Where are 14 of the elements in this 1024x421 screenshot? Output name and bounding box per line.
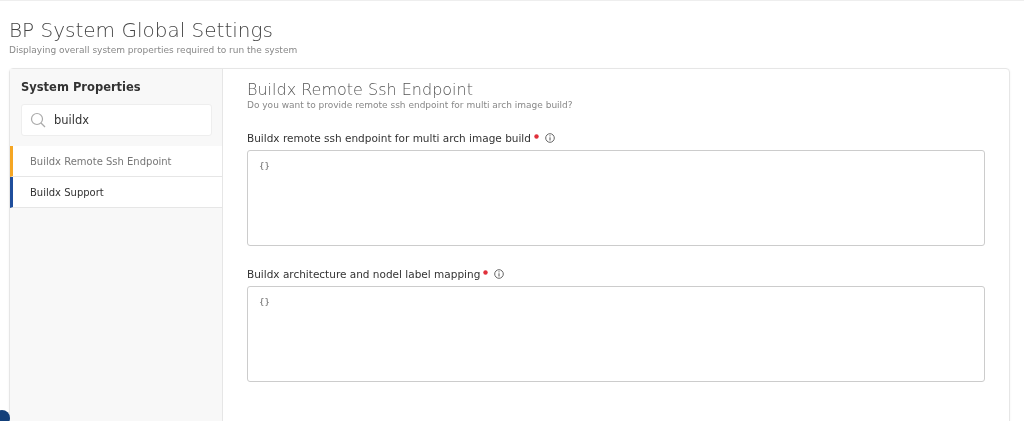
sidebar-item[interactable]: Buildx Remote Ssh Endpoint: [10, 146, 222, 177]
info-icon[interactable]: [494, 269, 505, 279]
info-icon[interactable]: [544, 133, 555, 143]
sidebar-title: System Properties: [20, 79, 142, 94]
page-title: BP System Global Settings: [9, 17, 274, 43]
input-field[interactable]: {}: [247, 286, 985, 382]
search-field[interactable]: buildx: [21, 104, 212, 136]
input-field[interactable]: {}: [247, 150, 985, 246]
field-label: Buildx remote ssh endpoint for multi arch image build: [247, 132, 531, 144]
field-label: Buildx architecture and nodel label mapping: [247, 268, 481, 280]
section-title: Buildx Remote Ssh Endpoint: [247, 80, 474, 99]
section-description: Do you want to provide remote ssh endpoint for multi arch image build?: [247, 100, 574, 110]
sidebar-item[interactable]: Buildx Support: [10, 177, 222, 208]
page-subtitle: Displaying overall system properties required to run the system: [9, 45, 299, 55]
